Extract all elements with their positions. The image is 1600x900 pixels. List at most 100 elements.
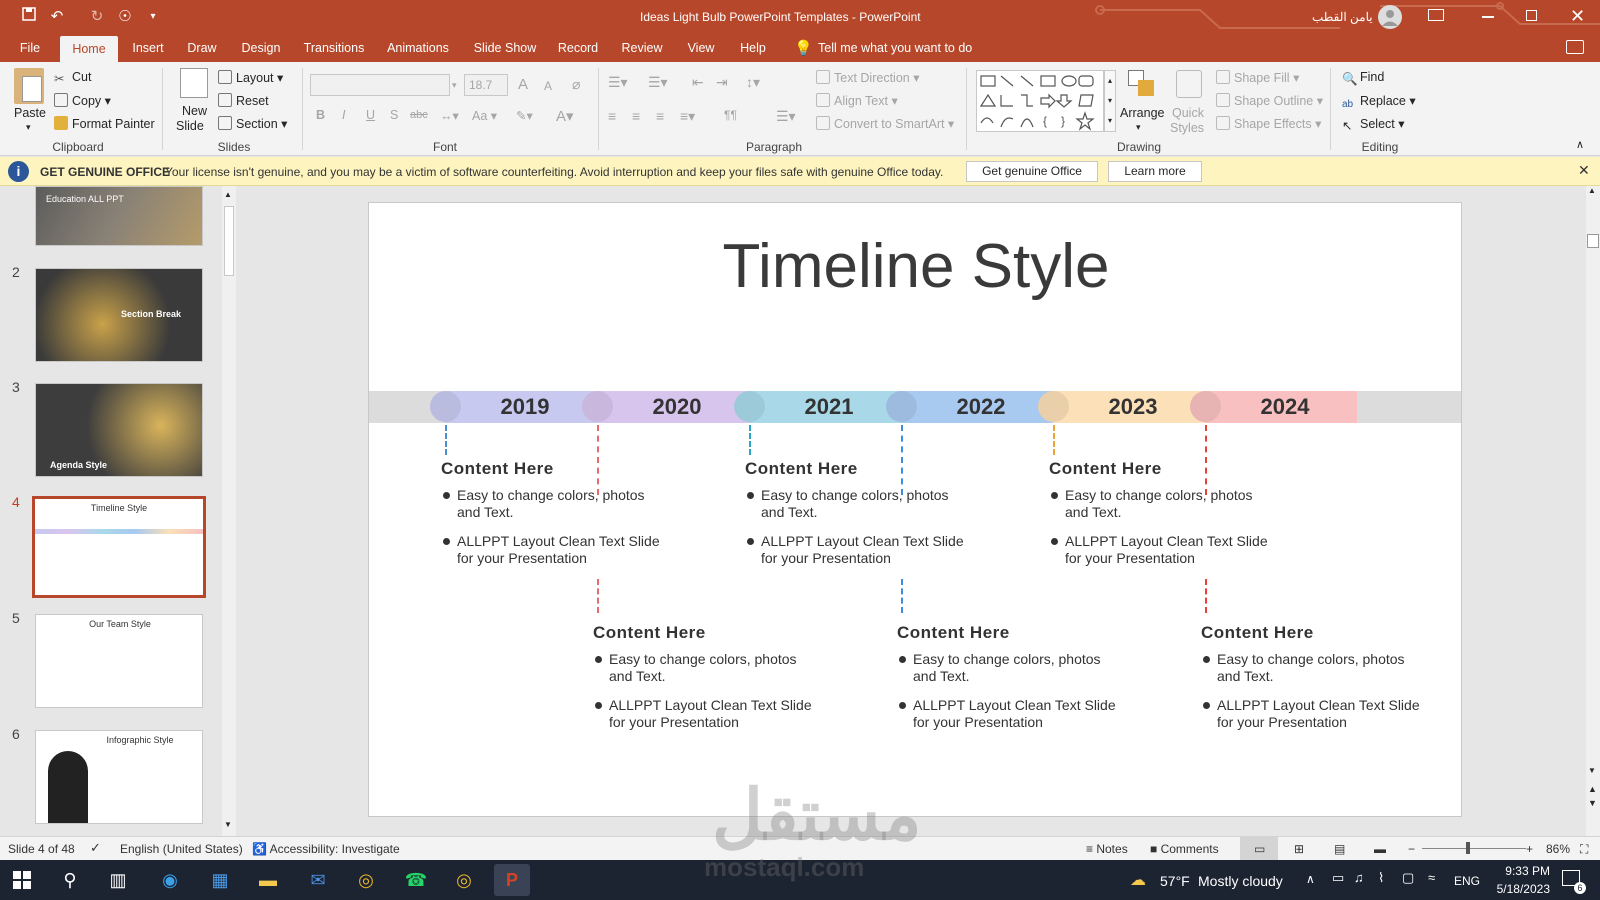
- file-explorer-icon[interactable]: ▬: [250, 864, 286, 896]
- tab-file[interactable]: File: [10, 34, 50, 62]
- thumbnail-6[interactable]: Infographic Style: [35, 730, 203, 824]
- find-button[interactable]: 🔍 Find: [1342, 70, 1384, 86]
- section-button[interactable]: Section ▾: [218, 116, 287, 131]
- quick-styles-icon[interactable]: [1176, 70, 1202, 98]
- align-center-icon[interactable]: ≡: [632, 108, 640, 124]
- align-text-button[interactable]: Align Text ▾: [816, 93, 898, 108]
- tell-me-search[interactable]: Tell me what you want to do: [818, 34, 972, 62]
- spellcheck-icon[interactable]: ✓: [90, 840, 101, 856]
- quick-styles-button-line2[interactable]: Styles: [1170, 121, 1204, 135]
- tab-draw[interactable]: Draw: [184, 34, 220, 62]
- underline-button[interactable]: U: [366, 108, 375, 122]
- reset-button[interactable]: Reset: [218, 93, 269, 108]
- shapes-gallery[interactable]: {}: [976, 70, 1104, 132]
- shape-fill-button[interactable]: Shape Fill ▾: [1216, 70, 1299, 85]
- tab-record[interactable]: Record: [556, 34, 600, 62]
- content-block[interactable]: Content Here Easy to change colors, photo…: [1201, 623, 1431, 743]
- font-name-combobox[interactable]: [310, 74, 450, 96]
- tab-review[interactable]: Review: [618, 34, 666, 62]
- comments-icon[interactable]: [1566, 40, 1584, 54]
- content-block[interactable]: Content Here Easy to change colors, photo…: [897, 623, 1127, 743]
- battery-icon[interactable]: ▭: [1332, 870, 1344, 886]
- zoom-slider[interactable]: [1422, 848, 1526, 849]
- font-size-combobox[interactable]: 18.7: [464, 74, 508, 96]
- scroll-down-icon[interactable]: ▼: [1588, 766, 1596, 775]
- network-icon[interactable]: ⌇: [1378, 870, 1384, 886]
- tab-help[interactable]: Help: [736, 34, 770, 62]
- accessibility-button[interactable]: ♿ Accessibility: Investigate: [252, 842, 400, 856]
- convert-smartart-button[interactable]: Convert to SmartArt ▾: [816, 116, 954, 131]
- slide-title[interactable]: Timeline Style: [369, 231, 1461, 302]
- minimize-icon[interactable]: [1482, 16, 1494, 18]
- tab-slide-show[interactable]: Slide Show: [470, 34, 540, 62]
- thumbnail-2[interactable]: Section Break: [35, 268, 203, 362]
- store-icon[interactable]: ▦: [202, 864, 238, 896]
- line-spacing-icon[interactable]: ↕▾: [746, 74, 760, 91]
- content-block[interactable]: Content Here Easy to change colors, photo…: [593, 623, 823, 743]
- device-icon[interactable]: ▢: [1402, 870, 1414, 886]
- clock-time[interactable]: 9:33 PM: [1492, 864, 1550, 878]
- content-block[interactable]: Content Here Easy to change colors, photo…: [745, 459, 975, 579]
- scroll-thumb[interactable]: [1587, 234, 1599, 248]
- whatsapp-icon[interactable]: ☎: [398, 864, 434, 896]
- windows-start-icon[interactable]: [4, 864, 40, 896]
- thumbnail-scrollbar[interactable]: ▲ ▼: [222, 186, 236, 836]
- chrome-icon[interactable]: ◎: [348, 864, 384, 896]
- highlight-icon[interactable]: ✎▾: [516, 108, 533, 123]
- italic-button[interactable]: I: [342, 108, 345, 122]
- close-icon[interactable]: ✕: [1570, 6, 1585, 27]
- tab-insert[interactable]: Insert: [126, 34, 170, 62]
- arrange-dropdown-icon[interactable]: ▾: [1136, 122, 1141, 133]
- quick-styles-button[interactable]: Quick: [1172, 106, 1204, 120]
- thumbnail-3[interactable]: Agenda Style: [35, 383, 203, 477]
- collapse-ribbon-icon[interactable]: ∧: [1576, 138, 1584, 151]
- user-name[interactable]: يامن القطب: [1312, 0, 1373, 34]
- slide-sorter-icon[interactable]: ⊞: [1294, 842, 1304, 856]
- tab-animations[interactable]: Animations: [384, 34, 452, 62]
- new-slide-button-line2[interactable]: Slide: [176, 119, 204, 133]
- redo-icon[interactable]: ↻: [86, 6, 108, 28]
- ribbon-display-icon[interactable]: [1428, 9, 1444, 21]
- previous-slide-icon[interactable]: ▲: [1588, 784, 1597, 794]
- align-left-icon[interactable]: ≡: [608, 108, 616, 124]
- restore-icon[interactable]: [1526, 10, 1537, 21]
- shapes-gallery-scroll[interactable]: ▴ ▾ ▾: [1104, 70, 1116, 132]
- shadow-button[interactable]: S: [390, 108, 398, 122]
- copy-button[interactable]: Copy ▾: [54, 93, 111, 108]
- touch-mode-icon[interactable]: ☉: [114, 6, 136, 28]
- justify-icon[interactable]: ≡▾: [680, 108, 695, 125]
- close-message-icon[interactable]: ✕: [1578, 162, 1590, 179]
- new-slide-icon[interactable]: [180, 68, 208, 98]
- zoom-level[interactable]: 86%: [1546, 842, 1570, 856]
- grow-font-button[interactable]: A: [518, 76, 528, 93]
- select-button[interactable]: ↖ Select ▾: [1342, 116, 1405, 133]
- language-indicator[interactable]: English (United States): [120, 842, 243, 856]
- ltr-icon[interactable]: ¶¶: [724, 108, 737, 122]
- shrink-font-button[interactable]: A: [544, 79, 552, 93]
- scroll-up-icon[interactable]: ▲: [224, 190, 232, 199]
- new-slide-button[interactable]: New: [182, 104, 207, 118]
- content-block[interactable]: Content Here Easy to change colors, photo…: [441, 459, 671, 579]
- character-spacing-icon[interactable]: ↔▾: [440, 108, 459, 123]
- replace-button[interactable]: ab Replace ▾: [1342, 93, 1416, 113]
- notes-button[interactable]: ≡ Notes: [1086, 842, 1128, 856]
- slideshow-icon[interactable]: ▬: [1374, 842, 1386, 856]
- scroll-thumb[interactable]: [224, 206, 234, 276]
- avatar[interactable]: [1378, 5, 1402, 29]
- next-slide-icon[interactable]: ▼: [1588, 798, 1597, 808]
- tab-transitions[interactable]: Transitions: [302, 34, 366, 62]
- weather-temp[interactable]: 57°F: [1160, 873, 1190, 889]
- bold-button[interactable]: B: [316, 108, 325, 122]
- numbering-icon[interactable]: ☰▾: [648, 74, 668, 91]
- thumbnail-4-selected[interactable]: Timeline Style: [32, 496, 206, 598]
- scroll-down-icon[interactable]: ▼: [224, 820, 232, 829]
- thumbnail-1[interactable]: Education ALL PPT: [35, 186, 203, 246]
- comments-button[interactable]: ■ Comments: [1150, 842, 1219, 856]
- tab-view[interactable]: View: [682, 34, 720, 62]
- decrease-indent-icon[interactable]: ⇤: [692, 74, 704, 91]
- paste-icon[interactable]: [14, 68, 44, 104]
- content-block[interactable]: Content Here Easy to change colors, photo…: [1049, 459, 1279, 579]
- chrome-profile-icon[interactable]: ◎: [446, 864, 482, 896]
- search-icon[interactable]: ⚲: [52, 864, 88, 896]
- paste-dropdown-icon[interactable]: ▾: [26, 122, 31, 133]
